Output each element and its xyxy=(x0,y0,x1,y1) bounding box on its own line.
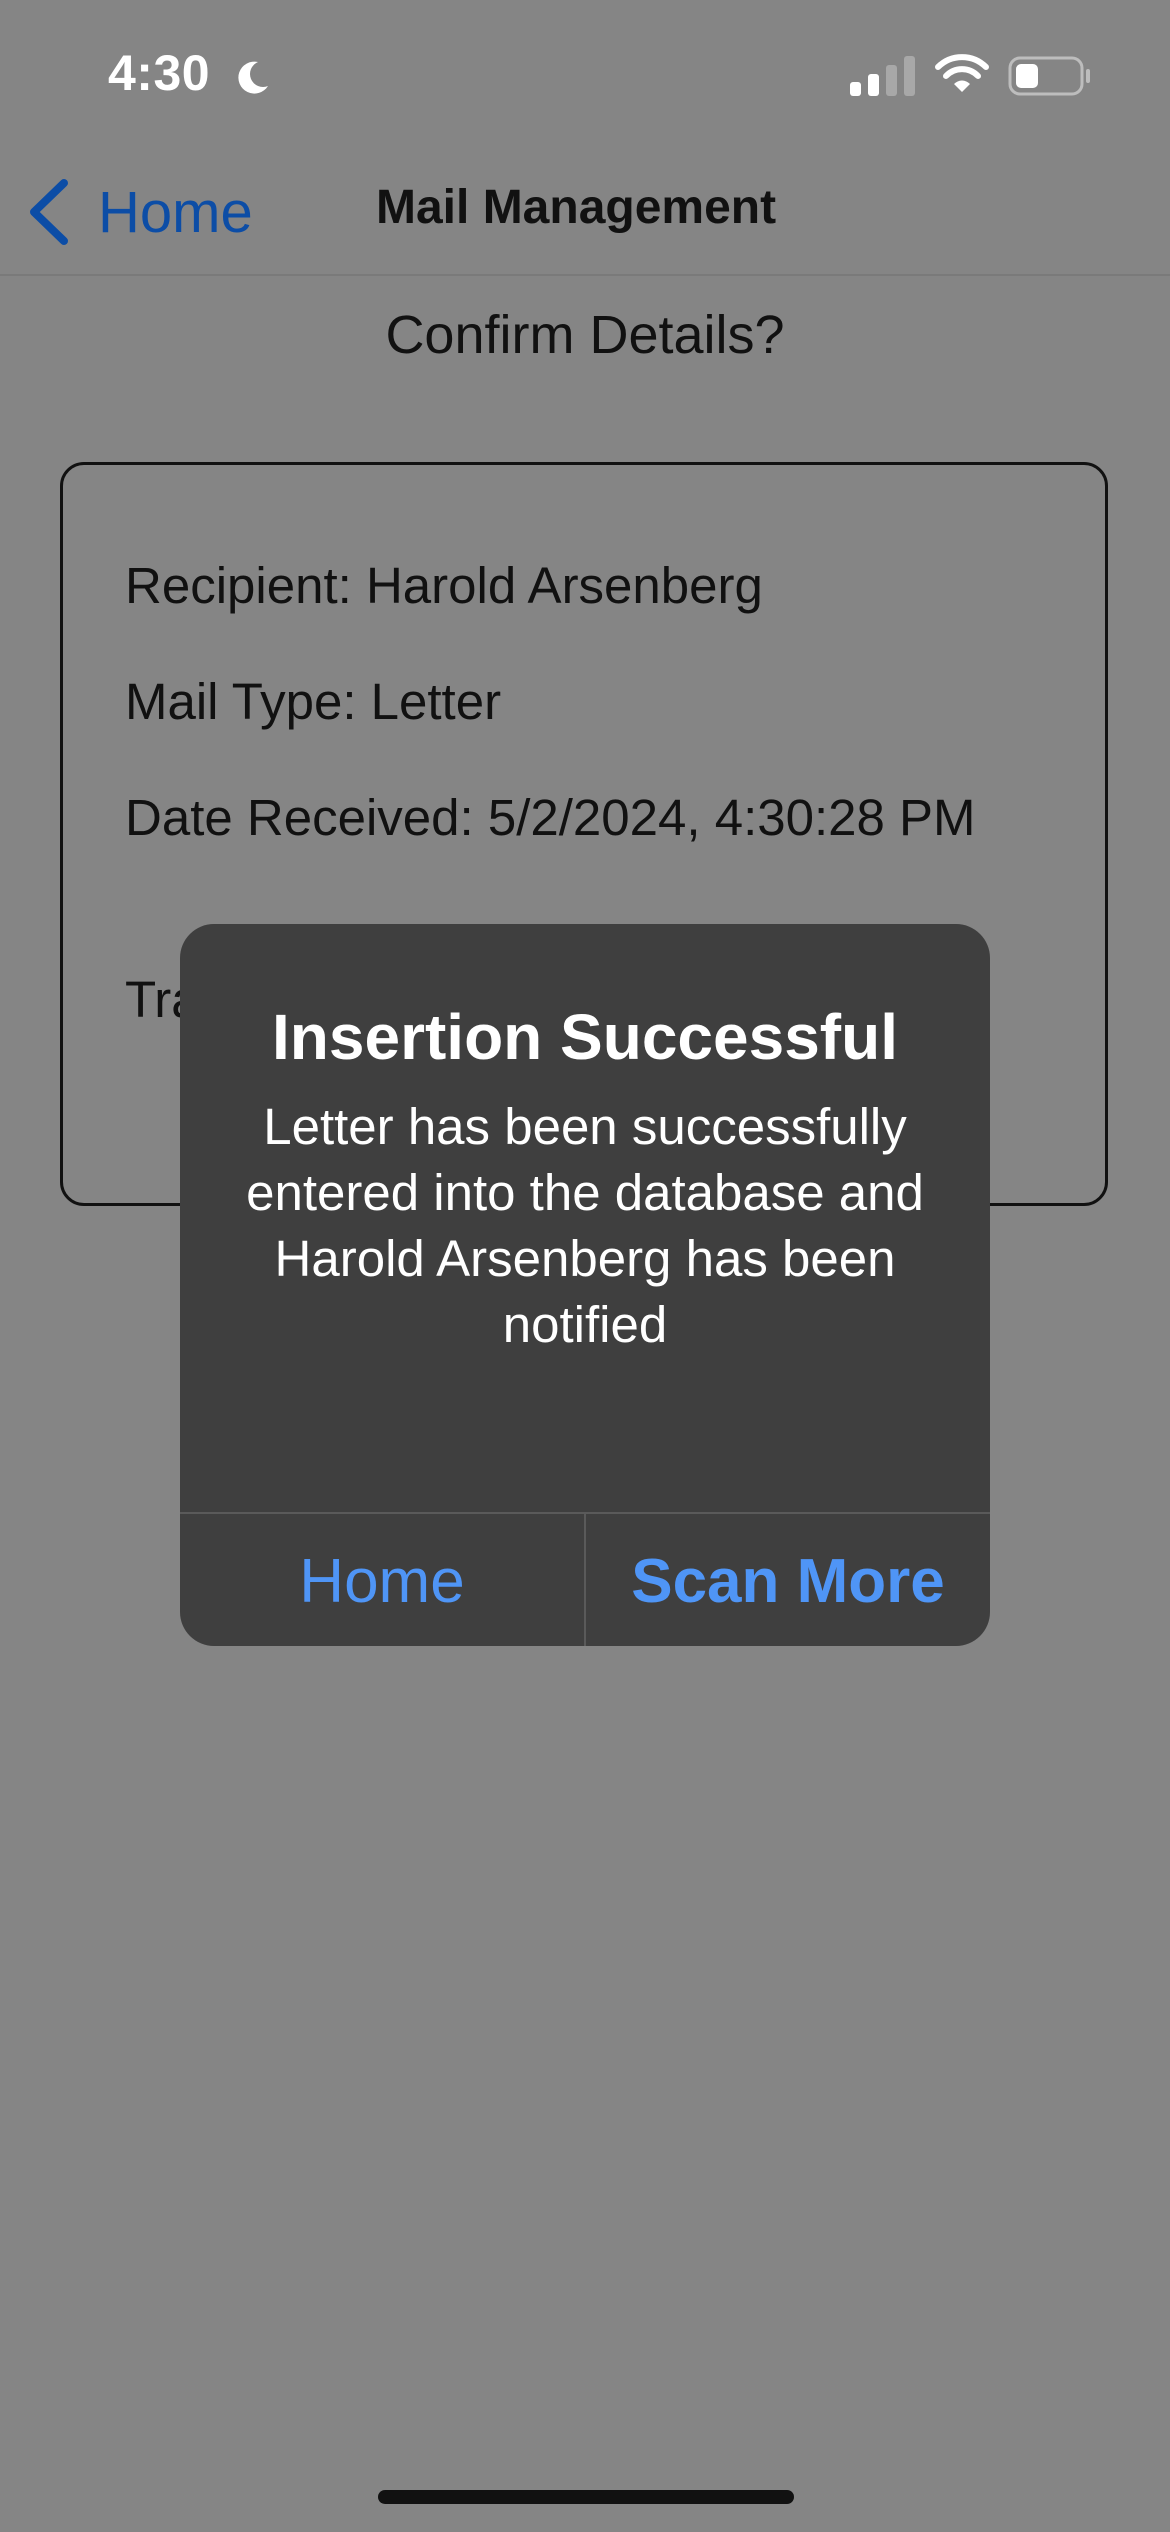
page-heading: Confirm Details? xyxy=(385,305,785,365)
status-time: 4:30 xyxy=(108,45,211,101)
alert-home-button[interactable]: Home xyxy=(180,1514,584,1646)
wifi-icon xyxy=(935,54,989,92)
battery-icon xyxy=(1008,56,1090,96)
chevron-left-icon xyxy=(30,179,68,245)
scan-more-button[interactable]: Scan More xyxy=(584,1514,990,1646)
success-alert: Insertion Successful Letter has been suc… xyxy=(180,924,990,1646)
alert-actions: Home Scan More xyxy=(180,1512,990,1646)
back-button[interactable]: Home xyxy=(24,170,253,254)
mail-type-detail: Mail Type: Letter xyxy=(125,673,502,730)
home-indicator[interactable] xyxy=(378,2490,794,2504)
nav-title: Mail Management xyxy=(376,181,777,234)
moon-icon xyxy=(238,61,268,94)
status-bar: 4:30 xyxy=(0,0,1170,150)
recipient-detail: Recipient: Harold Arsenberg xyxy=(125,557,763,614)
navigation-bar: Home Mail Management xyxy=(0,150,1170,276)
alert-message: Letter has been successfully entered int… xyxy=(246,1098,924,1353)
date-received-detail: Date Received: 5/2/2024, 4:30:28 PM xyxy=(125,789,976,846)
alert-title: Insertion Successful xyxy=(272,1001,898,1073)
back-button-label: Home xyxy=(98,179,253,245)
cellular-signal-icon xyxy=(850,56,915,96)
